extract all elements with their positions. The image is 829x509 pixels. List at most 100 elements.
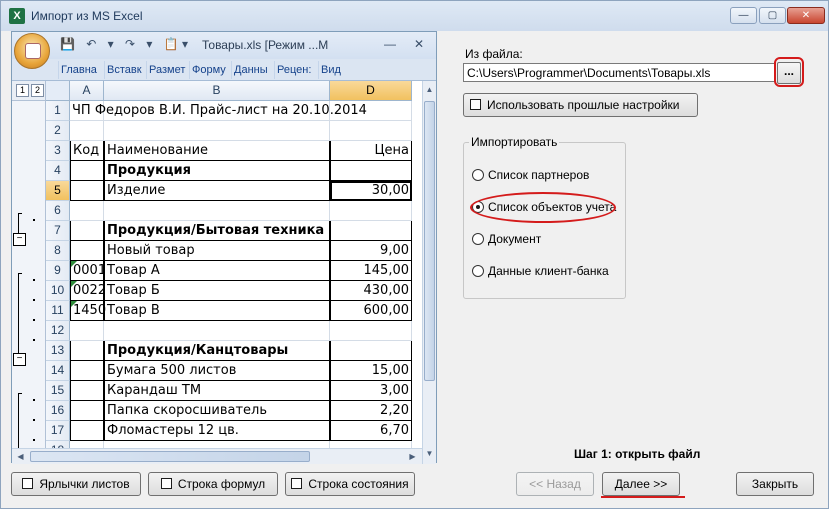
cell-a[interactable]: 0022: [70, 281, 106, 301]
cell-b[interactable]: [104, 321, 330, 341]
row-header[interactable]: 3: [46, 141, 70, 161]
ribbon-tab[interactable]: Вид: [318, 61, 348, 79]
cell-d[interactable]: 3,00: [330, 381, 412, 401]
scroll-left-icon[interactable]: ◀: [14, 450, 27, 463]
back-button[interactable]: << Назад: [516, 472, 594, 496]
ribbon-tab[interactable]: Форму: [189, 61, 231, 79]
cell-b[interactable]: Фломастеры 12 цв.: [104, 421, 330, 441]
cell-a[interactable]: 0001: [70, 261, 106, 281]
column-header-d[interactable]: D: [330, 81, 412, 101]
cell-d[interactable]: 9,00: [330, 241, 412, 261]
cell-b[interactable]: Новый товар: [104, 241, 330, 261]
cell-b[interactable]: [104, 201, 330, 221]
cell-a[interactable]: [70, 361, 104, 381]
cell-a[interactable]: [70, 241, 104, 261]
maximize-button[interactable]: ▢: [759, 7, 786, 24]
row-header[interactable]: 12: [46, 321, 70, 341]
minimize-button[interactable]: —: [730, 7, 757, 24]
outline-collapse-button[interactable]: −: [13, 353, 26, 366]
cell-d[interactable]: 15,00: [330, 361, 412, 381]
cell-a[interactable]: [70, 181, 104, 201]
cell-a[interactable]: [70, 221, 104, 241]
row-header[interactable]: 15: [46, 381, 70, 401]
row-header[interactable]: 5: [46, 181, 70, 201]
cell-d[interactable]: 6,70: [330, 421, 412, 441]
cell-b[interactable]: Товар В: [104, 301, 330, 321]
cell-b[interactable]: Папка скоросшиватель: [104, 401, 330, 421]
cell-d[interactable]: [330, 321, 412, 341]
cell-a[interactable]: [70, 321, 104, 341]
cell-a[interactable]: [70, 121, 104, 141]
row-header[interactable]: 10: [46, 281, 70, 301]
column-header-b[interactable]: B: [104, 81, 330, 101]
horizontal-scrollbar[interactable]: ◀ ▶: [12, 448, 422, 464]
cell-a[interactable]: [70, 201, 104, 221]
close-button[interactable]: Закрыть: [736, 472, 814, 496]
cell-d[interactable]: [330, 101, 412, 121]
ribbon-tab[interactable]: Данны: [231, 61, 274, 79]
cell-b[interactable]: Карандаш ТМ: [104, 381, 330, 401]
horizontal-scroll-thumb[interactable]: [30, 451, 310, 462]
cell-d[interactable]: [330, 341, 412, 361]
cell-b[interactable]: Наименование: [104, 141, 330, 161]
cell-a[interactable]: [70, 421, 104, 441]
formula-bar-toggle[interactable]: Строка формул: [148, 472, 278, 496]
quick-access-icons[interactable]: 💾 ↶ ▾ ↷ ▾ 📋: [60, 37, 183, 51]
cell-a[interactable]: [70, 161, 104, 181]
ribbon-tab[interactable]: Главна: [58, 61, 104, 79]
cell-d[interactable]: [330, 221, 412, 241]
next-button[interactable]: Далее >>: [602, 472, 680, 496]
status-bar-toggle[interactable]: Строка состояния: [285, 472, 415, 496]
ribbon-tab[interactable]: Вставк: [104, 61, 146, 79]
vertical-scroll-thumb[interactable]: [424, 101, 435, 381]
row-header[interactable]: 14: [46, 361, 70, 381]
scroll-down-icon[interactable]: ▼: [423, 447, 436, 460]
outline-collapse-button[interactable]: −: [13, 233, 26, 246]
cell-d[interactable]: 30,00: [330, 181, 412, 201]
cell-b[interactable]: Продукция/Канцтовары: [104, 341, 330, 361]
outline-level-2-button[interactable]: 2: [31, 84, 44, 97]
qat-more-icon[interactable]: ▾: [182, 37, 188, 51]
row-header[interactable]: 4: [46, 161, 70, 181]
cell-b[interactable]: Бумага 500 листов: [104, 361, 330, 381]
row-header[interactable]: 8: [46, 241, 70, 261]
excel-minimize-icon[interactable]: —: [384, 37, 396, 51]
column-header-a[interactable]: A: [70, 81, 104, 101]
cell-a[interactable]: Код: [70, 141, 104, 161]
row-header[interactable]: 9: [46, 261, 70, 281]
cell-a[interactable]: [70, 401, 104, 421]
vertical-scrollbar[interactable]: ▲ ▼: [422, 81, 436, 464]
ribbon-tab[interactable]: Размет: [146, 61, 189, 79]
radio-partners[interactable]: Список партнеров: [472, 168, 589, 182]
row-header[interactable]: 11: [46, 301, 70, 321]
cell-d[interactable]: [330, 121, 412, 141]
cell-d[interactable]: 430,00: [330, 281, 412, 301]
cell-d[interactable]: 2,20: [330, 401, 412, 421]
office-button[interactable]: [14, 33, 50, 69]
cell-b[interactable]: Товар Б: [104, 281, 330, 301]
cell-a[interactable]: [70, 341, 104, 361]
row-header[interactable]: 7: [46, 221, 70, 241]
file-path-input[interactable]: C:\Users\Programmer\Documents\Товары.xls: [463, 63, 776, 82]
row-header[interactable]: 2: [46, 121, 70, 141]
scroll-up-icon[interactable]: ▲: [423, 83, 436, 96]
sheet-tabs-toggle[interactable]: Ярлычки листов: [11, 472, 141, 496]
cell-a[interactable]: [70, 381, 104, 401]
excel-close-icon[interactable]: ✕: [414, 37, 424, 51]
cell-b[interactable]: [104, 121, 330, 141]
select-all-corner[interactable]: [46, 81, 70, 101]
ribbon-tab[interactable]: Рецен:: [274, 61, 318, 79]
row-header[interactable]: 16: [46, 401, 70, 421]
cell-b[interactable]: Товар А: [104, 261, 330, 281]
scroll-right-icon[interactable]: ▶: [406, 450, 419, 463]
outline-level-1-button[interactable]: 1: [16, 84, 29, 97]
cell-d[interactable]: 145,00: [330, 261, 412, 281]
cell-b[interactable]: [104, 101, 330, 121]
row-header[interactable]: 17: [46, 421, 70, 441]
row-header[interactable]: 1: [46, 101, 70, 121]
cell-d[interactable]: 600,00: [330, 301, 412, 321]
row-header[interactable]: 6: [46, 201, 70, 221]
radio-client-bank[interactable]: Данные клиент-банка: [472, 264, 609, 278]
use-previous-settings-checkbox[interactable]: Использовать прошлые настройки: [463, 93, 698, 117]
cell-b[interactable]: Изделие: [104, 181, 330, 201]
